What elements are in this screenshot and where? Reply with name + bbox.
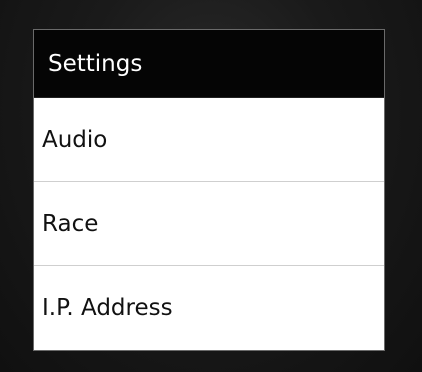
menu-item-ip-address[interactable]: I.P. Address	[34, 266, 384, 350]
menu-item-label: I.P. Address	[42, 295, 173, 321]
dialog-title: Settings	[48, 50, 143, 77]
settings-dialog: Settings Audio Race I.P. Address	[33, 29, 385, 351]
settings-menu-list: Audio Race I.P. Address	[34, 98, 384, 350]
menu-item-race[interactable]: Race	[34, 182, 384, 266]
dialog-header: Settings	[34, 30, 384, 98]
menu-item-label: Race	[42, 210, 99, 237]
menu-item-audio[interactable]: Audio	[34, 98, 384, 182]
menu-item-label: Audio	[42, 126, 108, 153]
